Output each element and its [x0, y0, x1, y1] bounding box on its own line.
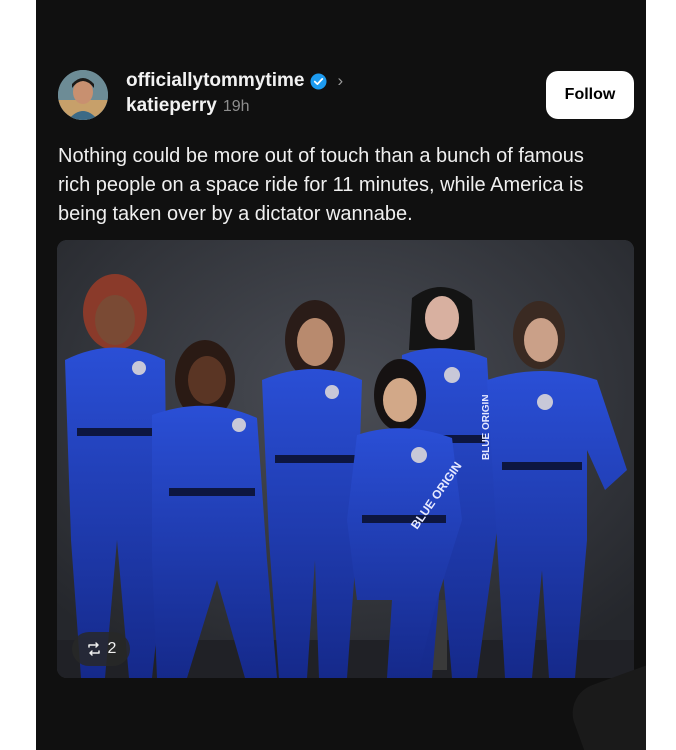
- repost-count: 2: [107, 640, 117, 657]
- reposted-by[interactable]: katieperry: [126, 95, 217, 117]
- verified-badge-icon: [310, 73, 327, 90]
- avatar[interactable]: [58, 70, 108, 120]
- repost-count-badge[interactable]: 2: [72, 632, 130, 666]
- post-time: 19h: [222, 98, 250, 115]
- post-text: Nothing could be more out of touch than …: [58, 145, 584, 225]
- post-header: officiallytommytime › katieperry 19h: [126, 68, 343, 117]
- repost-icon: [86, 641, 102, 657]
- follow-button[interactable]: Follow: [546, 71, 634, 119]
- post-image[interactable]: BLUE ORIGIN BLUE ORIGIN 2: [57, 240, 634, 678]
- chevron-right-icon[interactable]: ›: [337, 71, 343, 91]
- group-photo: BLUE ORIGIN BLUE ORIGIN: [57, 240, 634, 678]
- avatar-photo: [58, 70, 108, 120]
- post-card: officiallytommytime › katieperry 19h Fol…: [36, 0, 646, 750]
- username[interactable]: officiallytommytime: [126, 70, 304, 92]
